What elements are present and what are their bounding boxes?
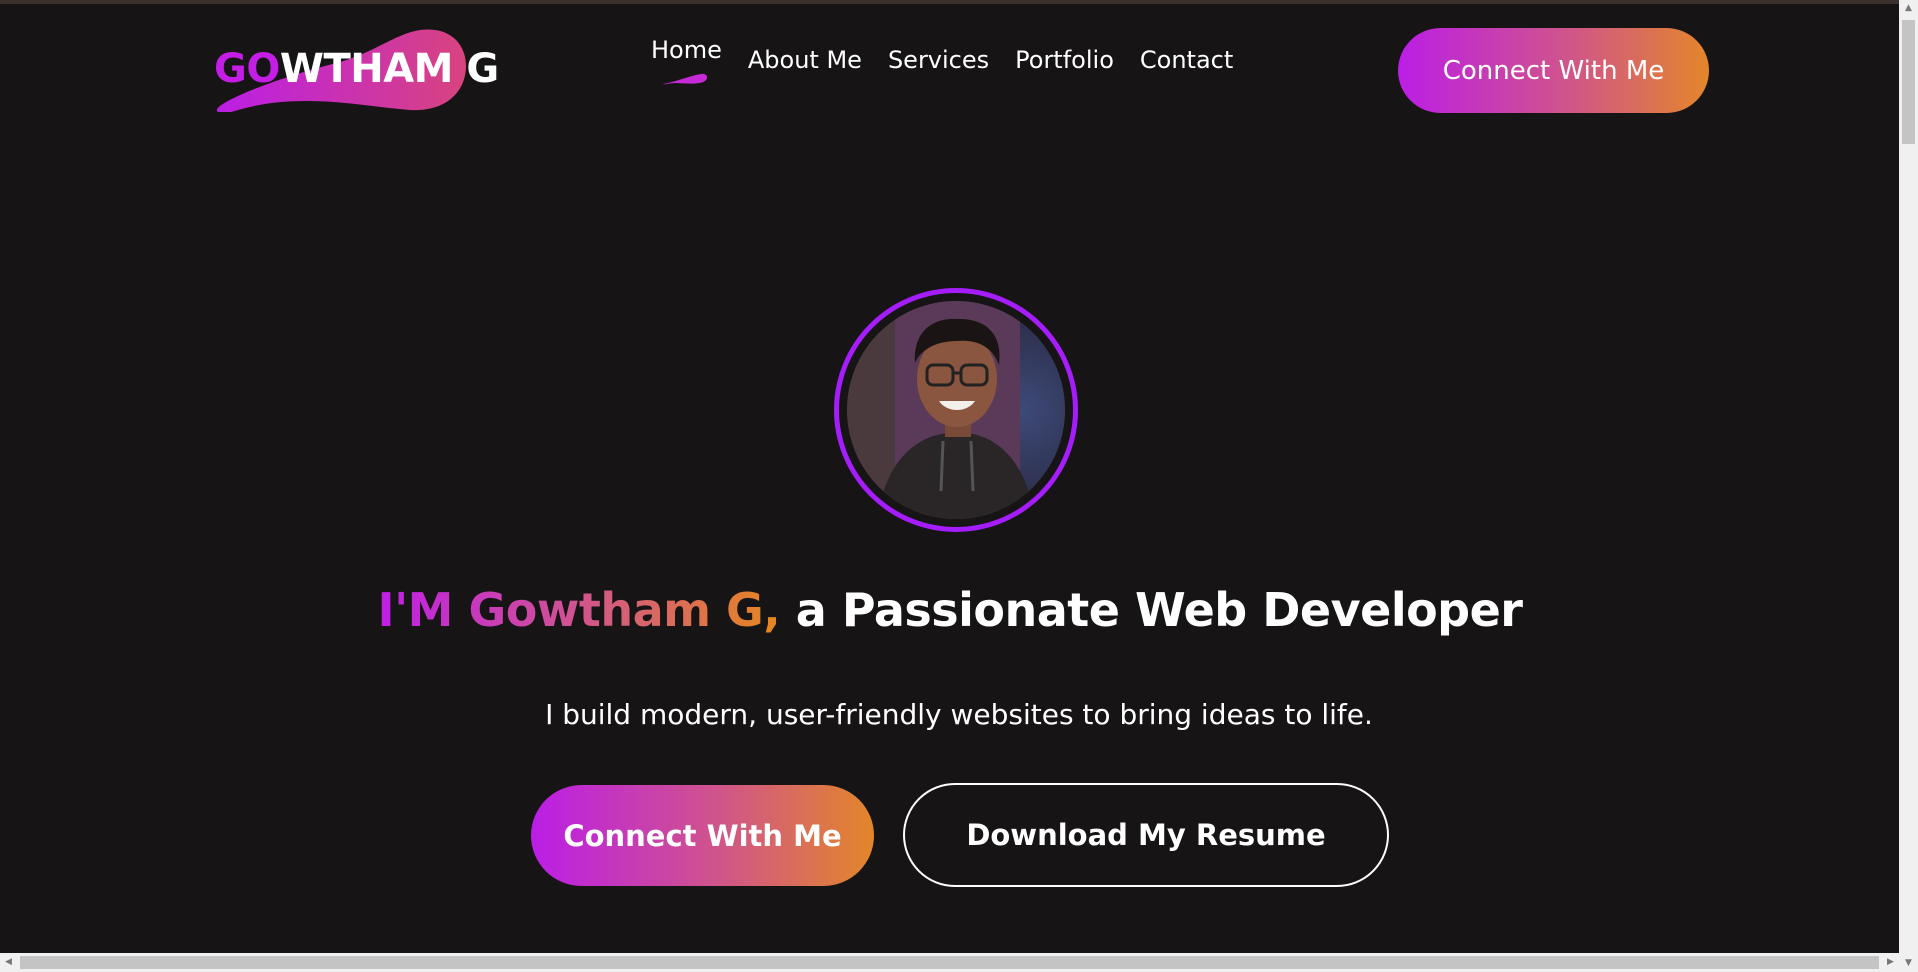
nav-item-label: Home: [651, 36, 722, 64]
scroll-right-icon[interactable]: ▶: [1882, 953, 1899, 972]
profile-photo: [847, 301, 1065, 519]
hero-subtitle: I build modern, user-friendly websites t…: [545, 698, 1373, 731]
nav-item-services[interactable]: Services: [888, 46, 989, 74]
site-logo[interactable]: GOWTHAM G: [210, 28, 499, 112]
headline-role: a Passionate Web Developer: [780, 583, 1523, 637]
horizontal-scrollbar[interactable]: ◀ ▶: [0, 953, 1899, 972]
horizontal-scroll-thumb[interactable]: [20, 956, 1879, 969]
scroll-left-icon[interactable]: ◀: [0, 953, 17, 972]
avatar-ring: [834, 288, 1078, 532]
nav-item-label: Services: [887, 46, 990, 74]
top-border: [0, 0, 1918, 4]
headline-name: I'M Gowtham G,: [377, 583, 781, 637]
scroll-down-icon[interactable]: ▼: [1899, 955, 1918, 972]
nav-item-label: Contact: [1139, 46, 1234, 74]
hero-headline: I'M Gowtham G, a Passionate Web Develope…: [0, 583, 1900, 637]
vertical-scrollbar[interactable]: ▲ ▼: [1899, 0, 1918, 972]
vertical-scroll-thumb[interactable]: [1902, 20, 1915, 144]
nav-item-about[interactable]: About Me: [748, 46, 862, 74]
main-nav: Home About Me Services Portfolio Contact: [651, 36, 1233, 85]
nav-item-label: Portfolio: [1015, 46, 1114, 74]
nav-item-home[interactable]: Home: [651, 36, 722, 85]
scroll-up-icon[interactable]: ▲: [1899, 0, 1918, 17]
header-connect-button[interactable]: Connect With Me: [1398, 28, 1709, 113]
logo-text: GOWTHAM G: [214, 46, 499, 92]
hero-connect-button[interactable]: Connect With Me: [531, 785, 874, 886]
download-resume-button[interactable]: Download My Resume: [903, 783, 1389, 887]
nav-item-contact[interactable]: Contact: [1140, 46, 1233, 74]
nav-item-portfolio[interactable]: Portfolio: [1015, 46, 1114, 74]
active-underline-icon: [663, 73, 708, 85]
nav-item-label: About Me: [747, 46, 862, 74]
